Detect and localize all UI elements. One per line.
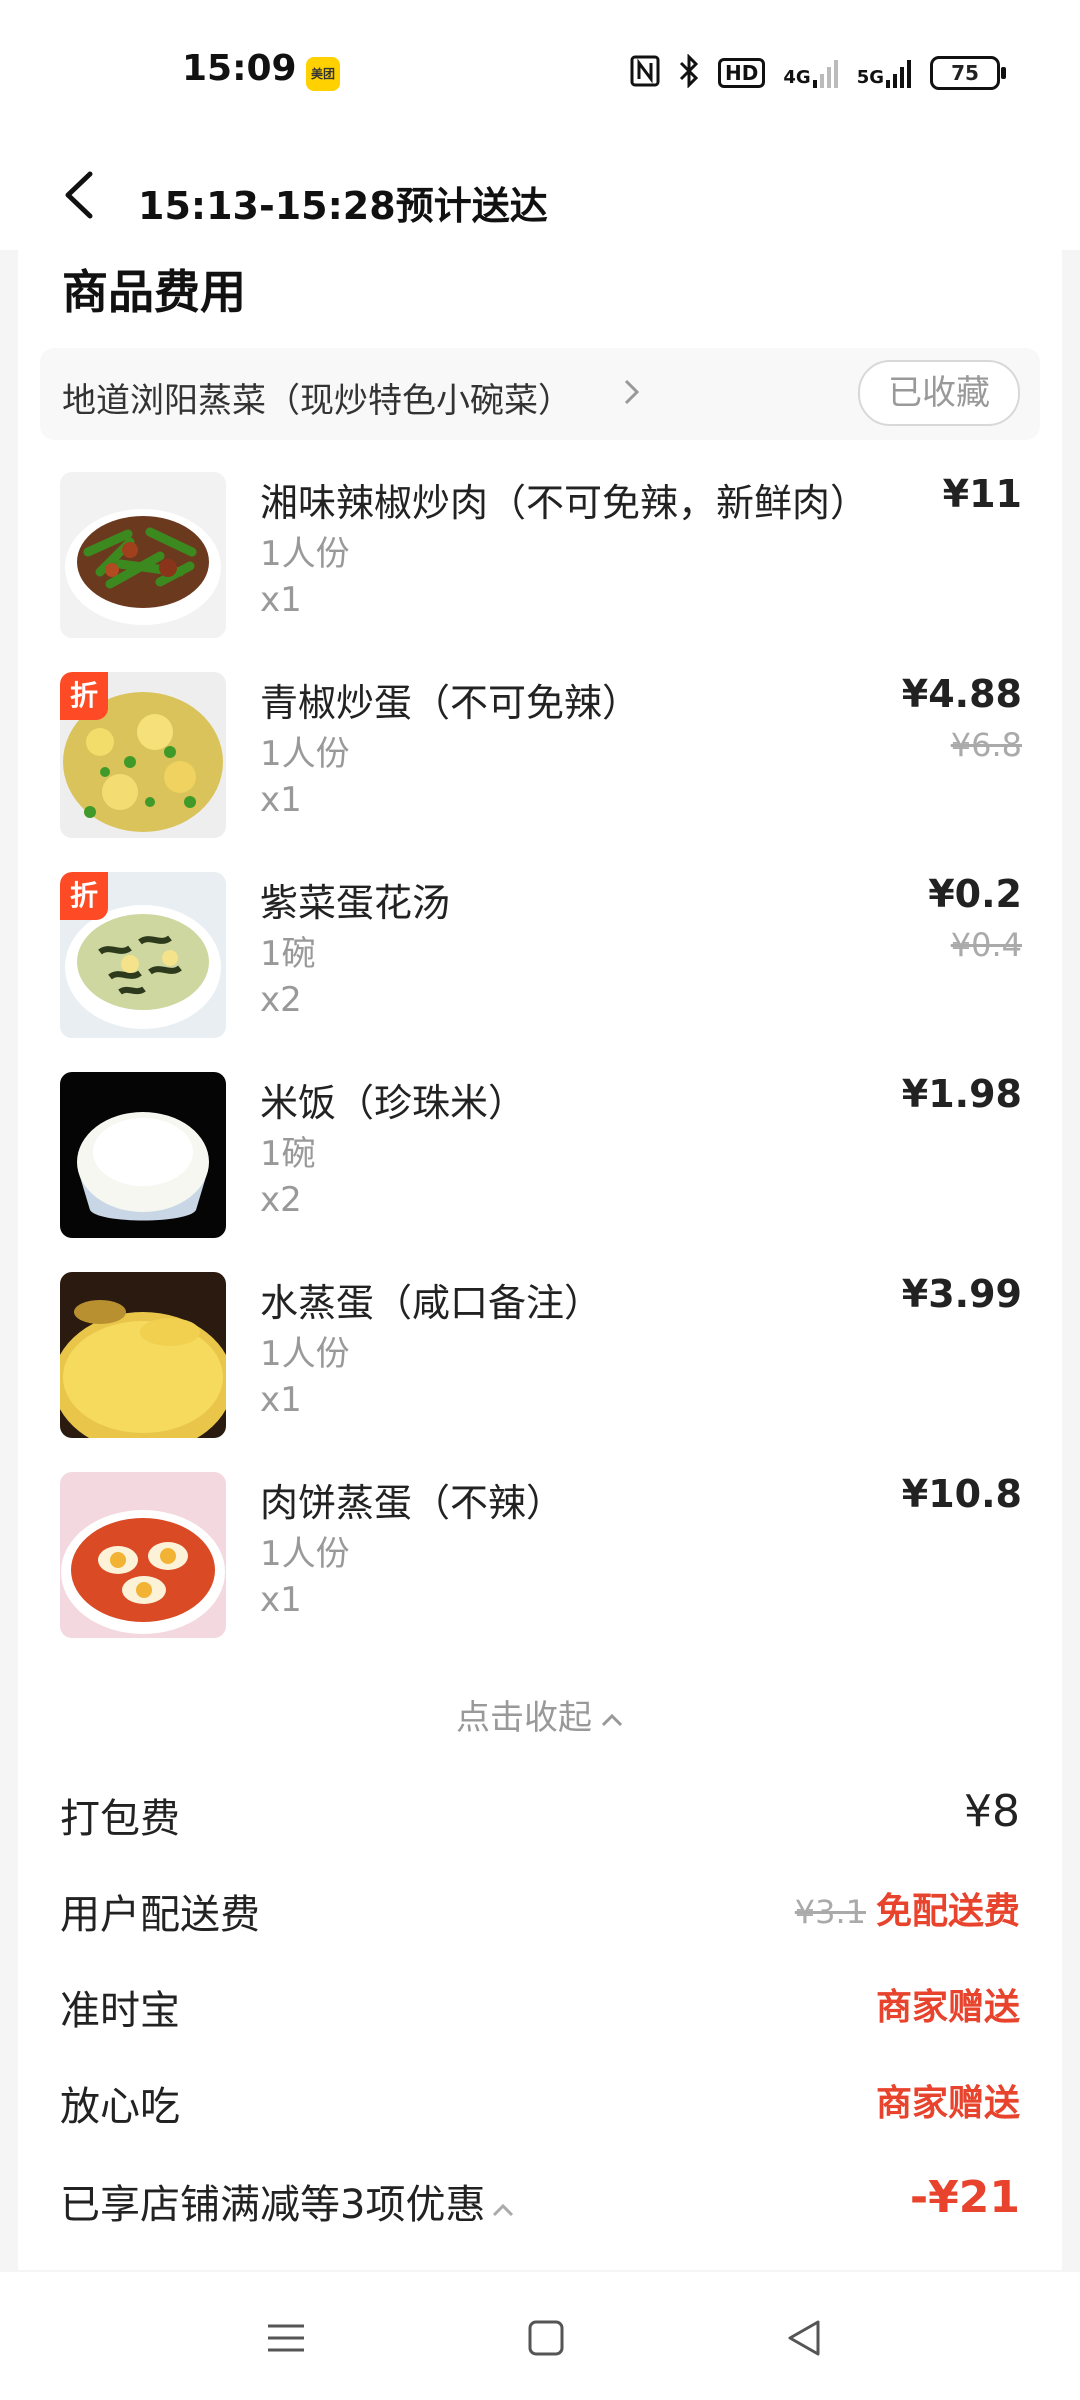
status-bar: 15:09 美团 HD 4G 5G 75 [0, 0, 1080, 140]
chevron-up-icon [491, 2184, 515, 2230]
order-item[interactable]: 肉饼蒸蛋（不辣） 1人份 x1 ¥10.8 [18, 1472, 1062, 1672]
page-header: 15:13-15:28预计送达 [0, 140, 1080, 250]
delivery-fee-original: ¥3.1 [794, 1893, 866, 1931]
item-name: 紫菜蛋花汤 [260, 881, 451, 925]
order-item[interactable]: 折 紫菜蛋花汤 1碗 x2 ¥0.2 ¥0.4 [18, 872, 1062, 1072]
menu-icon[interactable] [258, 2310, 314, 2366]
dish-image [60, 1272, 226, 1438]
battery-icon: 75 [930, 56, 1006, 90]
discount-tag: 折 [60, 872, 108, 920]
item-price: ¥4.88 [901, 672, 1022, 716]
back-arrow-icon[interactable] [60, 170, 100, 220]
network-4g-label: 4G [783, 67, 811, 88]
item-price: ¥10.8 [901, 1472, 1022, 1516]
item-original-price: ¥6.8 [950, 726, 1022, 764]
item-quantity: x1 [260, 580, 302, 620]
item-spec: 1人份 [260, 1534, 350, 1574]
chevron-right-icon [622, 376, 642, 416]
dish-image [60, 472, 226, 638]
item-quantity: x1 [260, 1580, 302, 1620]
item-quantity: x1 [260, 1380, 302, 1420]
item-name: 米饭（珍珠米） [260, 1081, 527, 1125]
item-price: ¥0.2 [928, 872, 1022, 916]
promotion-row[interactable]: 已享店铺满减等3项优惠 -¥21 [18, 2172, 1062, 2242]
status-time: 15:09 [182, 48, 297, 89]
item-original-price: ¥0.4 [950, 926, 1022, 964]
collapse-button[interactable]: 点击收起 [18, 1690, 1062, 1739]
item-name: 肉饼蒸蛋（不辣） [260, 1481, 565, 1525]
item-price: ¥1.98 [901, 1072, 1022, 1116]
item-quantity: x2 [260, 980, 302, 1020]
dish-image: 折 [60, 672, 226, 838]
collapse-label: 点击收起 [456, 1698, 592, 1738]
packing-fee-value: ¥8 [964, 1786, 1020, 1837]
discount-tag: 折 [60, 672, 108, 720]
delivery-fee-value: ¥3.1 免配送费 [795, 1882, 1020, 1934]
item-spec: 1人份 [260, 734, 350, 774]
item-name: 水蒸蛋（咸口备注） [260, 1281, 603, 1325]
system-nav-bar [0, 2272, 1080, 2400]
promotion-amount: -¥21 [909, 2172, 1020, 2223]
section-title: 商品费用 [62, 265, 246, 319]
order-item[interactable]: 水蒸蛋（咸口备注） 1人份 x1 ¥3.99 [18, 1272, 1062, 1472]
item-spec: 1碗 [260, 1134, 316, 1174]
ontime-guarantee-value: 商家赠送 [875, 1987, 1020, 2028]
item-quantity: x1 [260, 780, 302, 820]
order-item[interactable]: 米饭（珍珠米） 1碗 x2 ¥1.98 [18, 1072, 1062, 1272]
order-detail-card: 商品费用 地道浏阳蒸菜（现炒特色小碗菜） 已收藏 湘味辣椒炒肉（不可免辣，新鲜肉… [18, 250, 1062, 2270]
status-icons: HD 4G 5G 75 [630, 53, 1006, 92]
back-triangle-icon[interactable] [776, 2310, 832, 2366]
item-spec: 1人份 [260, 1334, 350, 1374]
promotion-label-text: 已享店铺满减等3项优惠 [60, 2182, 486, 2228]
item-price: ¥11 [942, 472, 1022, 516]
order-item[interactable]: 折 青椒炒蛋（不可免辣） 1人份 x1 ¥4.88 ¥6.8 [18, 672, 1062, 872]
free-delivery-label: 免配送费 [875, 1891, 1020, 1932]
chevron-up-icon [592, 1698, 624, 1738]
shop-name: 地道浏阳蒸菜（现炒特色小碗菜） [62, 381, 572, 421]
item-spec: 1碗 [260, 934, 316, 974]
dish-image: 折 [60, 872, 226, 1038]
home-square-icon[interactable] [518, 2310, 574, 2366]
signal-4g-icon: 4G [783, 58, 838, 88]
promotion-label: 已享店铺满减等3项优惠 [60, 2172, 515, 2230]
ontime-guarantee-row: 准时宝 商家赠送 [18, 1978, 1062, 2048]
bluetooth-icon [678, 53, 700, 92]
favorited-button[interactable]: 已收藏 [858, 360, 1020, 426]
nfc-icon [630, 55, 660, 91]
item-price: ¥3.99 [901, 1272, 1022, 1316]
item-spec: 1人份 [260, 534, 350, 574]
item-name: 青椒炒蛋（不可免辣） [260, 681, 641, 725]
packing-fee-row: 打包费 ¥8 [18, 1786, 1062, 1856]
ontime-guarantee-label: 准时宝 [60, 1988, 180, 2034]
delivery-fee-label: 用户配送费 [60, 1892, 260, 1938]
order-item[interactable]: 湘味辣椒炒肉（不可免辣，新鲜肉） 1人份 x1 ¥11 [18, 472, 1062, 672]
shop-row[interactable]: 地道浏阳蒸菜（现炒特色小碗菜） 已收藏 [40, 348, 1040, 440]
dish-image [60, 1472, 226, 1638]
dish-image [60, 1072, 226, 1238]
signal-5g-icon: 5G [857, 58, 912, 88]
packing-fee-label: 打包费 [60, 1796, 180, 1842]
hd-icon: HD [718, 58, 766, 88]
food-safety-row: 放心吃 商家赠送 [18, 2074, 1062, 2144]
delivery-fee-row: 用户配送费 ¥3.1 免配送费 [18, 1882, 1062, 1952]
network-5g-label: 5G [856, 67, 884, 88]
item-quantity: x2 [260, 1180, 302, 1220]
delivery-eta-title: 15:13-15:28预计送达 [138, 184, 548, 228]
meituan-app-badge: 美团 [306, 57, 340, 91]
food-safety-value: 商家赠送 [875, 2083, 1020, 2124]
food-safety-label: 放心吃 [60, 2084, 180, 2130]
item-name: 湘味辣椒炒肉（不可免辣，新鲜肉） [260, 481, 869, 525]
